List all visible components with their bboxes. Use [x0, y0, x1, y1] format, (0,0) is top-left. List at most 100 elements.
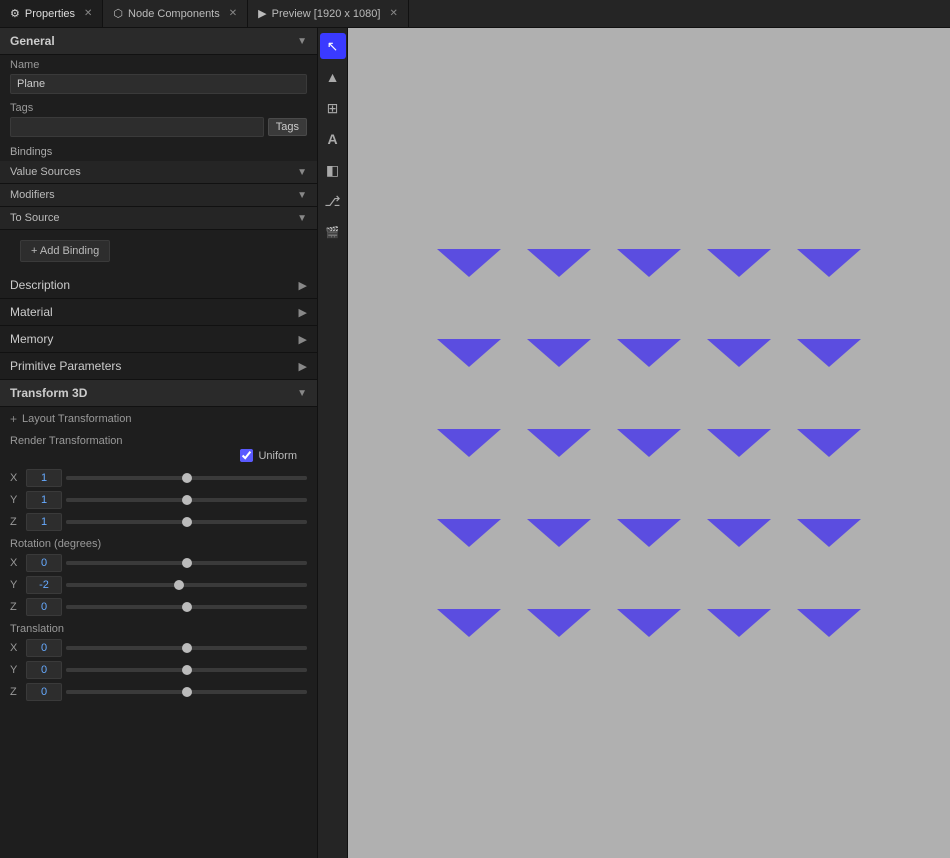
rotation-y-label: Y — [10, 579, 22, 591]
triangle-down — [437, 339, 501, 367]
translation-label: Translation — [0, 618, 317, 637]
tags-row: Tags — [10, 117, 307, 137]
triangle-down — [617, 339, 681, 367]
to-source-row[interactable]: To Source ▼ — [0, 207, 317, 230]
general-section: Name Tags Tags — [0, 55, 317, 141]
tab-node-components-close[interactable]: ✕ — [229, 8, 237, 19]
translation-z-row: Z — [0, 681, 317, 703]
memory-label: Memory — [10, 332, 53, 346]
tags-button[interactable]: Tags — [268, 118, 307, 136]
add-binding-button[interactable]: + Add Binding — [20, 240, 110, 262]
layout-transform-row[interactable]: + Layout Transformation — [0, 407, 317, 431]
translation-x-input[interactable] — [26, 639, 62, 657]
rotation-label: Rotation (degrees) — [0, 533, 317, 552]
name-input[interactable] — [10, 74, 307, 94]
general-chevron: ▼ — [297, 36, 307, 47]
rotation-y-row: Y — [0, 574, 317, 596]
share-tool-button[interactable]: ⎇ — [320, 188, 346, 214]
memory-arrow: ▶ — [299, 333, 307, 346]
description-arrow: ▶ — [299, 279, 307, 292]
triangle-down — [707, 339, 771, 367]
material-section[interactable]: Material ▶ — [0, 299, 317, 326]
triangle-down — [797, 249, 861, 277]
memory-section[interactable]: Memory ▶ — [0, 326, 317, 353]
rotation-x-slider[interactable] — [66, 561, 307, 565]
general-header[interactable]: General ▼ — [0, 28, 317, 55]
camera-tool-button[interactable]: 🎬 — [320, 219, 346, 245]
translation-x-label: X — [10, 642, 22, 654]
rotation-z-row: Z — [0, 596, 317, 618]
scale-x-input[interactable] — [26, 469, 62, 487]
translation-z-input[interactable] — [26, 683, 62, 701]
pointer-tool-button[interactable]: ▲ — [320, 64, 346, 90]
cursor-tool-button[interactable]: ↖ — [320, 33, 346, 59]
properties-icon: ⚙ — [10, 7, 20, 20]
add-binding-container: + Add Binding — [0, 230, 317, 272]
tab-preview[interactable]: ▶ Preview [1920 x 1080] ✕ — [248, 0, 409, 27]
scale-y-row: Y — [0, 489, 317, 511]
triangle-down — [617, 429, 681, 457]
scale-x-label: X — [10, 472, 22, 484]
name-field-row: Name — [0, 55, 317, 98]
layers-tool-button[interactable]: ◧ — [320, 157, 346, 183]
translation-x-slider[interactable] — [66, 646, 307, 650]
triangle-down — [707, 519, 771, 547]
translation-y-label: Y — [10, 664, 22, 676]
translation-y-input[interactable] — [26, 661, 62, 679]
tab-preview-close[interactable]: ✕ — [389, 8, 397, 19]
rotation-z-input[interactable] — [26, 598, 62, 616]
material-arrow: ▶ — [299, 306, 307, 319]
description-section[interactable]: Description ▶ — [0, 272, 317, 299]
scale-y-label: Y — [10, 494, 22, 506]
triangle-down — [437, 249, 501, 277]
text-tool-button[interactable]: A — [320, 126, 346, 152]
rotation-z-slider[interactable] — [66, 605, 307, 609]
scale-x-slider[interactable] — [66, 476, 307, 480]
translation-y-slider[interactable] — [66, 668, 307, 672]
triangle-down — [707, 429, 771, 457]
triangle-down — [527, 429, 591, 457]
tab-properties-label: Properties — [25, 8, 75, 20]
primitive-parameters-section[interactable]: Primitive Parameters ▶ — [0, 353, 317, 380]
triangles-grid — [429, 223, 869, 663]
rotation-y-slider[interactable] — [66, 583, 307, 587]
uniform-checkbox[interactable] — [240, 449, 253, 462]
tags-field-row: Tags Tags — [0, 98, 317, 141]
tab-preview-label: Preview [1920 x 1080] — [272, 8, 381, 20]
triangle-down — [797, 609, 861, 637]
triangle-down — [527, 519, 591, 547]
triangle-down — [617, 519, 681, 547]
rotation-x-label: X — [10, 557, 22, 569]
triangle-down — [707, 249, 771, 277]
transform-3d-label: Transform 3D — [10, 386, 87, 400]
scale-z-input[interactable] — [26, 513, 62, 531]
primitive-parameters-label: Primitive Parameters — [10, 359, 121, 373]
grid-tool-button[interactable]: ⊞ — [320, 95, 346, 121]
scale-y-input[interactable] — [26, 491, 62, 509]
tags-input[interactable] — [10, 117, 264, 137]
node-components-icon: ⬡ — [113, 7, 123, 20]
rotation-y-input[interactable] — [26, 576, 62, 594]
scale-y-slider[interactable] — [66, 498, 307, 502]
triangle-down — [527, 339, 591, 367]
tab-properties[interactable]: ⚙ Properties ✕ — [0, 0, 103, 27]
translation-z-slider[interactable] — [66, 690, 307, 694]
rotation-x-row: X — [0, 552, 317, 574]
tab-properties-close[interactable]: ✕ — [84, 8, 92, 19]
modifiers-row[interactable]: Modifiers ▼ — [0, 184, 317, 207]
scale-z-slider[interactable] — [66, 520, 307, 524]
render-transform-label: Render Transformation — [0, 431, 317, 449]
tab-node-components[interactable]: ⬡ Node Components ✕ — [103, 0, 248, 27]
preview-area — [348, 28, 950, 858]
transform-3d-header[interactable]: Transform 3D ▼ — [0, 380, 317, 407]
rotation-x-input[interactable] — [26, 554, 62, 572]
triangle-down — [527, 609, 591, 637]
triangle-down — [797, 519, 861, 547]
translation-x-row: X — [0, 637, 317, 659]
general-label: General — [10, 34, 55, 48]
layout-transform-label: Layout Transformation — [22, 413, 131, 425]
scale-z-row: Z — [0, 511, 317, 533]
value-sources-row[interactable]: Value Sources ▼ — [0, 161, 317, 184]
triangle-down — [617, 249, 681, 277]
transform-3d-chevron: ▼ — [297, 388, 307, 399]
